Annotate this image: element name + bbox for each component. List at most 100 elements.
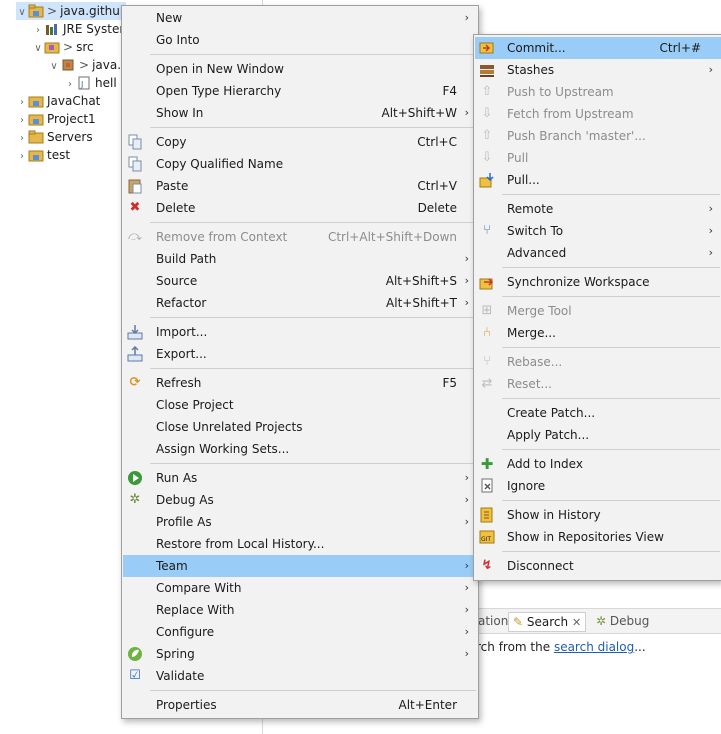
tree-item-file[interactable]: › Jhell (64, 74, 117, 92)
disconnect-icon: ↯ (481, 558, 493, 573)
menu-item-pull[interactable]: ⇩ Pull (475, 147, 721, 169)
menu-item-advanced[interactable]: Advanced › (475, 242, 721, 264)
menu-item-label: Run As (156, 471, 198, 485)
menu-item-remove-from-context[interactable]: ⤼ Remove from Context Ctrl+Alt+Shift+Down (123, 226, 477, 248)
menu-item-run-as[interactable]: Run As › (123, 467, 477, 489)
menu-item-fetch-upstream[interactable]: ⇩ Fetch from Upstream (475, 103, 721, 125)
menu-item-merge-tool[interactable]: ⊞ Merge Tool (475, 300, 721, 322)
merge-tool-icon: ⊞ (481, 303, 493, 318)
search-dialog-link[interactable]: search dialog (554, 640, 634, 654)
menu-item-disconnect[interactable]: ↯ Disconnect (475, 555, 721, 577)
menu-item-export[interactable]: Export... (123, 343, 477, 365)
menu-separator (502, 347, 720, 348)
tree-item-servers[interactable]: › Servers (16, 128, 93, 146)
menu-item-copy[interactable]: Copy Ctrl+C (123, 131, 477, 153)
menu-item-shortcut: Alt+Shift+W (381, 106, 458, 120)
menu-item-configure[interactable]: Configure › (123, 621, 477, 643)
expand-chevron-icon[interactable]: › (16, 148, 28, 166)
menu-item-label: Close Project (156, 398, 234, 412)
expand-chevron-icon[interactable]: ∨ (32, 40, 44, 58)
tree-item-test[interactable]: › test (16, 146, 70, 164)
dirty-marker: > (79, 58, 90, 72)
menu-item-remote[interactable]: Remote › (475, 198, 721, 220)
expand-chevron-icon[interactable]: ∨ (48, 58, 60, 76)
menu-item-create-patch[interactable]: Create Patch... (475, 402, 721, 424)
menu-item-synchronize[interactable]: Synchronize Workspace (475, 271, 721, 293)
menu-item-commit[interactable]: Commit... Ctrl+# (475, 37, 721, 59)
menu-item-compare-with[interactable]: Compare With › (123, 577, 477, 599)
menu-item-label: Reset... (507, 377, 552, 391)
menu-item-label: Show in Repositories View (507, 530, 664, 544)
menu-item-label: Switch To (507, 224, 564, 238)
refresh-icon: ⟳ (129, 375, 141, 390)
menu-item-close-unrelated[interactable]: Close Unrelated Projects (123, 416, 477, 438)
tree-item-jre[interactable]: › JRE System (32, 20, 131, 38)
close-icon[interactable]: ✕ (572, 616, 581, 629)
menu-item-restore-history[interactable]: Restore from Local History... (123, 533, 477, 555)
menu-item-label: Refresh (156, 376, 202, 390)
menu-item-ignore[interactable]: Ignore (475, 475, 721, 497)
menu-item-assign-working-sets[interactable]: Assign Working Sets... (123, 438, 477, 460)
menu-item-push-upstream[interactable]: ⇧ Push to Upstream (475, 81, 721, 103)
context-menu: New › Go Into Open in New Window Open Typ… (121, 5, 479, 719)
menu-item-label: Assign Working Sets... (156, 442, 290, 456)
tree-item-project1[interactable]: › Project1 (16, 110, 96, 128)
menu-item-label: Add to Index (507, 457, 583, 471)
tab-partial[interactable]: ation (478, 612, 508, 630)
menu-item-show-history[interactable]: Show in History (475, 504, 721, 526)
menu-item-label: Open Type Hierarchy (156, 84, 282, 98)
submenu-arrow-icon: › (708, 246, 713, 259)
menu-item-go-into[interactable]: Go Into (123, 29, 477, 51)
menu-item-merge[interactable]: ⑃ Merge... (475, 322, 721, 344)
menu-item-stashes[interactable]: Stashes › (475, 59, 721, 81)
menu-item-label: Disconnect (507, 559, 574, 573)
menu-item-switch-to[interactable]: ⑂ Switch To › (475, 220, 721, 242)
submenu-arrow-icon: › (464, 274, 469, 287)
menu-item-label: Open in New Window (156, 62, 284, 76)
menu-item-show-repositories[interactable]: GIT Show in Repositories View (475, 526, 721, 548)
menu-item-team[interactable]: Team › (123, 555, 477, 577)
menu-item-spring[interactable]: Spring › (123, 643, 477, 665)
menu-item-paste[interactable]: Paste Ctrl+V (123, 175, 477, 197)
menu-item-pull-dialog[interactable]: Pull... (475, 169, 721, 191)
menu-item-build-path[interactable]: Build Path › (123, 248, 477, 270)
menu-item-reset[interactable]: ⇄ Reset... (475, 373, 721, 395)
expand-chevron-icon[interactable]: ∨ (16, 4, 28, 22)
menu-separator (502, 449, 720, 450)
menu-item-label: Ignore (507, 479, 546, 493)
menu-item-properties[interactable]: Properties Alt+Enter (123, 694, 477, 716)
menu-item-import[interactable]: Import... (123, 321, 477, 343)
search-hint-suffix: ... (634, 640, 646, 654)
menu-item-profile-as[interactable]: Profile As › (123, 511, 477, 533)
menu-item-show-in[interactable]: Show In Alt+Shift+W › (123, 102, 477, 124)
tree-item-javachat[interactable]: › JavaChat (16, 92, 100, 110)
menu-item-validate[interactable]: ☑ Validate (123, 665, 477, 687)
menu-item-label: Copy Qualified Name (156, 157, 284, 171)
menu-item-refresh[interactable]: ⟳ Refresh F5 (123, 372, 477, 394)
tab-search[interactable]: ✎ Search ✕ (508, 612, 587, 632)
menu-item-debug-as[interactable]: ✲ Debug As › (123, 489, 477, 511)
menu-item-open-type-hierarchy[interactable]: Open Type Hierarchy F4 (123, 80, 477, 102)
submenu-arrow-icon: › (708, 224, 713, 237)
menu-item-copy-qualified-name[interactable]: Copy Qualified Name (123, 153, 477, 175)
menu-item-push-branch[interactable]: ⇧ Push Branch 'master'... (475, 125, 721, 147)
menu-item-close-project[interactable]: Close Project (123, 394, 477, 416)
tree-item-package[interactable]: ∨ > java. (48, 56, 121, 74)
menu-separator (502, 194, 720, 195)
tree-item-src[interactable]: ∨ > src (32, 38, 93, 58)
menu-item-source[interactable]: Source Alt+Shift+S › (123, 270, 477, 292)
menu-item-new[interactable]: New › (123, 7, 477, 29)
tab-debug[interactable]: ✲ Debug (596, 612, 649, 630)
menu-item-delete[interactable]: ✖ Delete Delete (123, 197, 477, 219)
menu-item-refactor[interactable]: Refactor Alt+Shift+T › (123, 292, 477, 314)
project-folder-icon (28, 4, 44, 18)
menu-item-add-to-index[interactable]: ✚ Add to Index (475, 453, 721, 475)
menu-item-label: Create Patch... (507, 406, 596, 420)
menu-item-label: Source (156, 274, 198, 288)
menu-item-apply-patch[interactable]: Apply Patch... (475, 424, 721, 446)
tree-item-project-selected[interactable]: ∨ > java.githubr (16, 2, 132, 22)
menu-item-label: Fetch from Upstream (507, 107, 634, 121)
menu-item-open-new-window[interactable]: Open in New Window (123, 58, 477, 80)
menu-item-replace-with[interactable]: Replace With › (123, 599, 477, 621)
menu-item-rebase[interactable]: ⑂ Rebase... (475, 351, 721, 373)
